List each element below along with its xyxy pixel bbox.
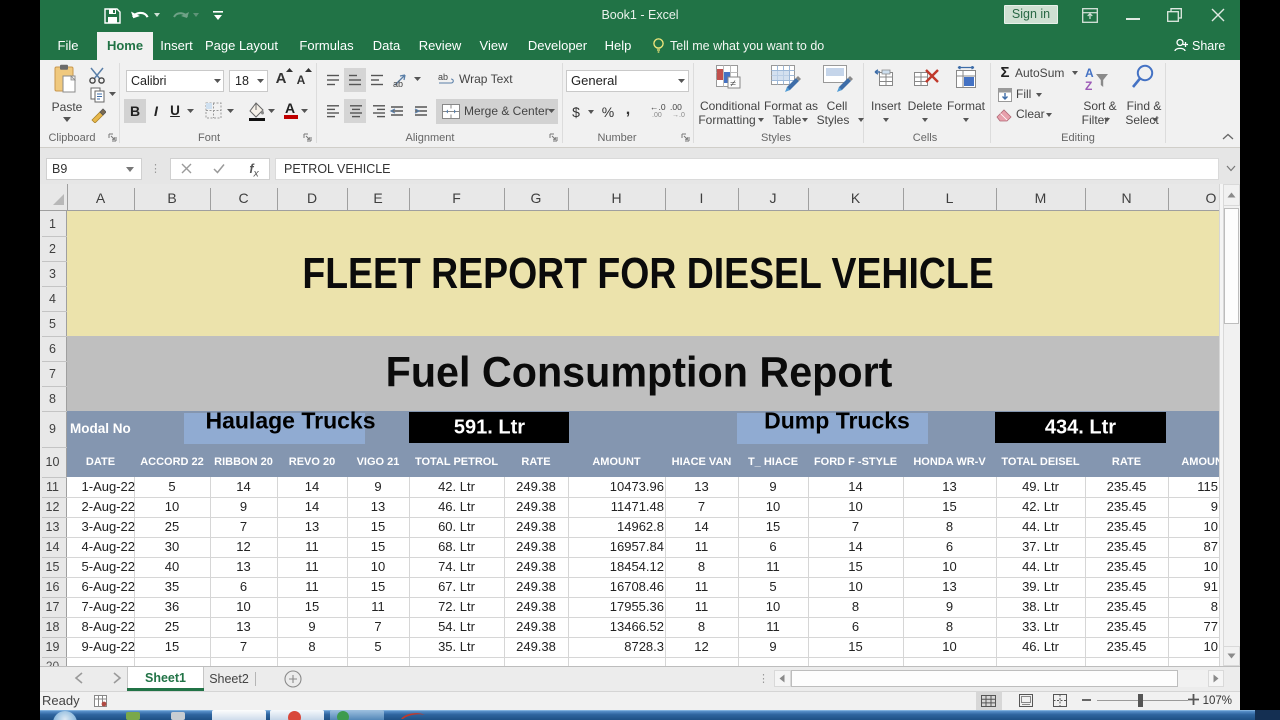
svg-text:ab: ab: [438, 72, 448, 82]
svg-text:.00: .00: [652, 112, 662, 118]
svg-text:←.0: ←.0: [650, 102, 666, 112]
svg-text:ab: ab: [393, 79, 403, 88]
svg-text:≠: ≠: [730, 78, 736, 90]
svg-text:→.0: →.0: [672, 112, 685, 118]
svg-text:Z: Z: [1085, 79, 1092, 93]
svg-text:.00: .00: [670, 102, 682, 112]
svg-text:A: A: [1085, 66, 1094, 80]
